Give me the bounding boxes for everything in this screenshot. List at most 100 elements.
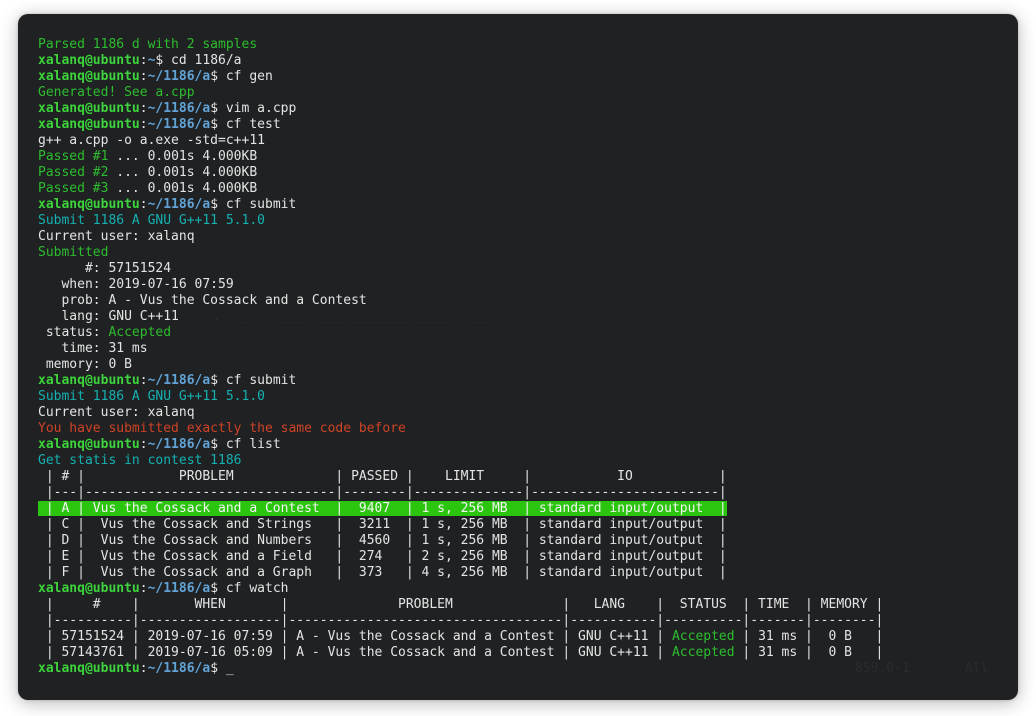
text-segment: You have submitted exactly the same code… (38, 421, 406, 436)
text-segment: : (140, 581, 148, 596)
output-line: Current user: xalanq (38, 405, 1004, 421)
text-segment: | E | Vus the Cossack and a Field | 274 … (38, 549, 727, 564)
text-segment: ... 0.001s 4.000KB (108, 149, 257, 164)
prompt-path: ~/1186/a (148, 581, 211, 596)
prompt-line: xalanq@ubuntu:~/1186/a$ cf submit (38, 373, 1004, 389)
output-line: Current user: xalanq (38, 229, 1004, 245)
text-segment: g++ a.cpp -o a.exe -std=c++11 (38, 133, 265, 148)
text-segment: $ vim a.cpp (210, 101, 296, 116)
output-line: time: 31 ms (38, 341, 1004, 357)
prompt-user-host: xalanq@ubuntu (38, 581, 140, 596)
output-line: Submit 1186 A GNU G++11 5.1.0 (38, 389, 1004, 405)
text-segment: |----------|------------------|---------… (38, 613, 883, 628)
text-segment: | # | PROBLEM | PASSED | LIMIT | IO | (38, 469, 727, 484)
output-line: memory: 0 B (38, 357, 1004, 373)
text-segment: prob: A - Vus the Cossack and a Contest (38, 293, 367, 308)
table-header: | # | PROBLEM | PASSED | LIMIT | IO | (38, 469, 1004, 485)
text-segment: : (140, 373, 148, 388)
output-line: Passed #1 ... 0.001s 4.000KB (38, 149, 1004, 165)
prompt-path: ~/1186/a (148, 197, 211, 212)
prompt-user-host: xalanq@ubuntu (38, 53, 140, 68)
output-line: Submitted (38, 245, 1004, 261)
output-line: Get statis in contest 1186 (38, 453, 1004, 469)
prompt-user-host: xalanq@ubuntu (38, 69, 140, 84)
prompt-path: ~/1186/a (148, 117, 211, 132)
text-segment: Passed #3 (38, 181, 108, 196)
vim-ruler-all-ghost: All (965, 661, 988, 677)
text-segment: $ cf test (210, 117, 280, 132)
prompt-user-host: xalanq@ubuntu (38, 661, 140, 676)
text-segment: | F | Vus the Cossack and a Graph | 373 … (38, 565, 727, 580)
output-line: Parsed 1186 d with 2 samples (38, 37, 1004, 53)
output-line: Passed #2 ... 0.001s 4.000KB (38, 165, 1004, 181)
prompt-user-host: xalanq@ubuntu (38, 117, 140, 132)
text-segment: Current user: xalanq (38, 229, 195, 244)
prompt-line: xalanq@ubuntu:~/1186/a$ cf test (38, 117, 1004, 133)
text-segment: ... 0.001s 4.000KB (108, 181, 257, 196)
text-segment: $ cf submit (210, 197, 296, 212)
prompt-path: ~/1186/a (148, 101, 211, 116)
prompt-line: xalanq@ubuntu:~/1186/a$ cf watch (38, 581, 1004, 597)
text-segment: Parsed 1186 d with 2 samples (38, 37, 257, 52)
text-segment: | 57143761 | 2019-07-16 05:09 | A - Vus … (38, 645, 672, 660)
output-line: You have submitted exactly the same code… (38, 421, 1004, 437)
text-segment: ... 0.001s 4.000KB (108, 165, 257, 180)
output-line: #: 57151524 (38, 261, 1004, 277)
text-segment: | D | Vus the Cossack and Numbers | 4560… (38, 533, 727, 548)
output-line: g++ a.cpp -o a.exe -std=c++11 (38, 133, 1004, 149)
text-segment: time: 31 ms (38, 341, 148, 356)
text-segment: Passed #2 (38, 165, 108, 180)
text-segment: | # | WHEN | PROBLEM | LANG | STATUS | T… (38, 597, 883, 612)
text-segment: memory: 0 B (38, 357, 132, 372)
text-segment: : (140, 69, 148, 84)
text-segment: $ cf gen (210, 69, 273, 84)
table-row: | F | Vus the Cossack and a Graph | 373 … (38, 565, 1004, 581)
text-segment: Get statis in contest 1186 (38, 453, 242, 468)
table-row: | 57143761 | 2019-07-16 05:09 | A - Vus … (38, 645, 1004, 661)
text-segment: : (140, 117, 148, 132)
text-segment: Current user: xalanq (38, 405, 195, 420)
vim-ruler-ghost: 859,0-1 (855, 661, 910, 677)
text-segment: Submitted (38, 245, 108, 260)
table-header: | # | WHEN | PROBLEM | LANG | STATUS | T… (38, 597, 1004, 613)
text-segment: | 31 ms | 0 B | (735, 645, 884, 660)
prompt-path: ~/1186/a (148, 437, 211, 452)
prompt-path: ~/1186/a (148, 661, 211, 676)
prompt-line: xalanq@ubuntu:~/1186/a$ cf submit (38, 197, 1004, 213)
prompt-user-host: xalanq@ubuntu (38, 437, 140, 452)
terminal-window: Parsed 1186 d with 2 samplesxalanq@ubunt… (18, 14, 1018, 700)
table-separator: |----------|------------------|---------… (38, 613, 1004, 629)
text-segment: Submit 1186 A GNU G++11 5.1.0 (38, 389, 265, 404)
output-line: Submit 1186 A GNU G++11 5.1.0 (38, 213, 1004, 229)
text-segment: Submit 1186 A GNU G++11 5.1.0 (38, 213, 265, 228)
text-segment: $ cf watch (210, 581, 288, 596)
output-line: when: 2019-07-16 07:59 (38, 277, 1004, 293)
prompt-line: xalanq@ubuntu:~/1186/a$ cf list (38, 437, 1004, 453)
table-row-highlighted: | A | Vus the Cossack and a Contest | 94… (38, 501, 1004, 517)
text-segment: $ (210, 661, 226, 676)
prompt-user-host: xalanq@ubuntu (38, 197, 140, 212)
text-segment: Accepted (108, 325, 171, 340)
text-segment: : (140, 197, 148, 212)
output-line: Generated! See a.cpp (38, 85, 1004, 101)
text-segment: #: 57151524 (38, 261, 171, 276)
table-row: | 57151524 | 2019-07-16 07:59 | A - Vus … (38, 629, 1004, 645)
output-line: Passed #3 ... 0.001s 4.000KB (38, 181, 1004, 197)
text-segment: | C | Vus the Cossack and Strings | 3211… (38, 517, 727, 532)
prompt-user-host: xalanq@ubuntu (38, 373, 140, 388)
text-segment: : (140, 437, 148, 452)
table-row: | D | Vus the Cossack and Numbers | 4560… (38, 533, 1004, 549)
output-line: lang: GNU C++11 (38, 309, 1004, 325)
text-segment: Passed #1 (38, 149, 108, 164)
text-segment: $ cf list (210, 437, 280, 452)
text-segment: : (140, 101, 148, 116)
prompt-path: ~/1186/a (148, 373, 211, 388)
prompt-line: xalanq@ubuntu:~/1186/a$ cf gen (38, 69, 1004, 85)
terminal-screen[interactable]: Parsed 1186 d with 2 samplesxalanq@ubunt… (18, 14, 1018, 700)
prompt-user-host: xalanq@ubuntu (38, 101, 140, 116)
text-segment: when: 2019-07-16 07:59 (38, 277, 234, 292)
table-row: | E | Vus the Cossack and a Field | 274 … (38, 549, 1004, 565)
terminal-cursor: _ (226, 661, 234, 676)
text-segment: | A | Vus the Cossack and a Contest | 94… (38, 501, 727, 516)
text-segment: Generated! See a.cpp (38, 85, 195, 100)
